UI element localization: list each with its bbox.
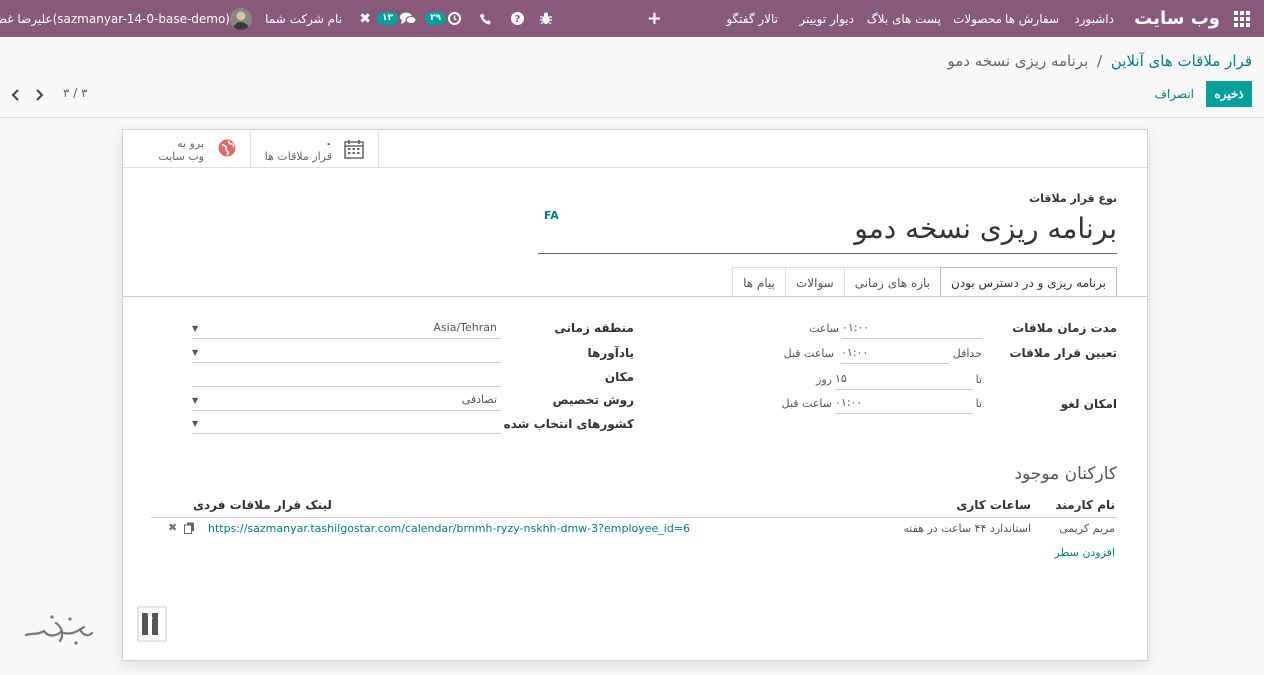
- min-schedule-unit: ساعت قبل: [783, 347, 834, 360]
- employees-section-title: کارکنان موجود: [1014, 464, 1117, 484]
- company-switcher[interactable]: نام شرکت شما: [265, 0, 342, 37]
- pager-previous-icon[interactable]: [9, 87, 23, 103]
- meetings-smart-button[interactable]: ۰ قرار ملاقات ها: [251, 130, 379, 168]
- breadcrumb-separator: /: [1097, 52, 1103, 70]
- help-icon[interactable]: ?: [511, 0, 524, 37]
- location-input[interactable]: [192, 365, 501, 387]
- notebook-tabs: برنامه ریزی و در دسترس بودن بازه های زما…: [732, 267, 1117, 297]
- website-button-text: برو به وب سایت: [158, 137, 204, 163]
- save-button[interactable]: ذخیره: [1206, 81, 1252, 107]
- chevron-down-icon: ▼: [192, 324, 199, 333]
- chevron-down-icon: ▼: [192, 419, 199, 428]
- breadcrumb-parent-link[interactable]: قرار ملاقات های آنلاین: [1111, 52, 1252, 70]
- appointment-title-input[interactable]: برنامه ریزی نسخه دمو: [538, 212, 1117, 254]
- tab-messages[interactable]: پیام ها: [732, 267, 786, 297]
- cancel-label: امکان لغو: [1060, 397, 1117, 411]
- cancel-input[interactable]: ۰۱:۰۰: [835, 392, 973, 414]
- max-schedule-unit: روز: [816, 373, 832, 386]
- table-header-divider: [151, 517, 1117, 518]
- menu-products[interactable]: محصولات: [953, 0, 1002, 37]
- delete-row-icon[interactable]: ✖: [168, 521, 177, 534]
- apps-menu-icon[interactable]: [1234, 0, 1252, 37]
- chat-messages-icon[interactable]: ۱۳: [377, 0, 416, 37]
- debug-bug-icon[interactable]: [540, 0, 552, 37]
- duration-label: مدت زمان ملاقات: [1012, 321, 1117, 335]
- employee-name-cell[interactable]: مریم کریمی: [1059, 522, 1115, 535]
- add-line-link[interactable]: افزودن سطر: [1055, 546, 1115, 559]
- pager-value[interactable]: ۳ / ۳: [63, 86, 88, 100]
- copy-icon[interactable]: [184, 522, 195, 537]
- countries-select[interactable]: ▼: [192, 412, 501, 434]
- website-smart-button[interactable]: برو به وب سایت: [123, 130, 251, 168]
- discard-button[interactable]: انصراف: [1155, 81, 1194, 107]
- button-box: برو به وب سایت ۰ قرار ملاقات ها: [123, 130, 379, 168]
- tab-scheduling[interactable]: برنامه ریزی و در دسترس بودن: [940, 267, 1117, 297]
- tab-slots[interactable]: بازه های زمانی: [843, 267, 942, 297]
- assign-method-value: تصادفی: [461, 393, 497, 406]
- app-brand[interactable]: وب سایت: [1134, 0, 1220, 37]
- plus-icon[interactable]: +: [647, 0, 662, 37]
- menu-orders[interactable]: سفارش ها: [1005, 0, 1059, 37]
- min-schedule-input[interactable]: ۰۱:۰۰: [841, 342, 949, 364]
- col-individual-link[interactable]: لینک قرار ملاقات فردی: [193, 498, 332, 512]
- cancel-unit: ساعت قبل: [781, 397, 832, 410]
- col-working-hours[interactable]: ساعات کاری: [956, 498, 1031, 512]
- scheduling-label: تعیین قرار ملاقات: [1009, 346, 1117, 360]
- appointment-type-label: نوع قرار ملاقات: [1029, 192, 1117, 205]
- brand-watermark-logo: [22, 603, 168, 651]
- countries-label: کشورهای انتخاب شده: [503, 417, 634, 431]
- individual-link-cell[interactable]: https://sazmanyar.tashilgostar.com/calen…: [208, 522, 690, 535]
- chevron-down-icon: ▼: [192, 396, 199, 405]
- reminders-label: یادآورها: [587, 346, 634, 360]
- chevron-down-icon: ▼: [192, 348, 199, 357]
- duration-input[interactable]: ۰۱:۰۰: [842, 317, 982, 339]
- working-hours-cell[interactable]: استاندارد ۴۴ ساعت در هفته: [903, 522, 1031, 535]
- user-and-database[interactable]: علیرضا غضنفری (sazmanyar-14-0-base-demo): [0, 0, 234, 37]
- min-schedule-prefix: حداقل: [952, 347, 982, 360]
- breadcrumb: قرار ملاقات های آنلاین / برنامه ریزی نسخ…: [947, 52, 1252, 70]
- meetings-button-text: ۰ قرار ملاقات ها: [264, 137, 332, 163]
- assign-method-label: روش تخصیص: [552, 393, 634, 407]
- menu-twitter-wall[interactable]: دیوار توییتر: [799, 0, 854, 37]
- tab-questions[interactable]: سوالات: [784, 267, 845, 297]
- timezone-value: Asia/Tehran: [433, 321, 497, 334]
- tabs-divider: [123, 296, 1147, 297]
- reminders-select[interactable]: ▼: [192, 341, 501, 363]
- activity-count-badge: ۲۹: [425, 12, 446, 25]
- duration-unit: ساعت: [809, 322, 839, 335]
- cancel-prefix: تا: [975, 397, 982, 410]
- assign-method-select[interactable]: ▼ تصادفی: [192, 389, 501, 411]
- svg-text:?: ?: [515, 14, 521, 25]
- phone-icon[interactable]: [480, 0, 492, 37]
- timezone-label: منطقه زمانی: [554, 321, 634, 335]
- timezone-select[interactable]: ▼ Asia/Tehran: [192, 317, 501, 339]
- globe-icon: [218, 139, 236, 160]
- calendar-icon: [344, 139, 364, 162]
- user-name: علیرضا غضنفری: [0, 11, 53, 26]
- location-label: مکان: [604, 370, 634, 384]
- breadcrumb-current: برنامه ریزی نسخه دمو: [947, 52, 1089, 70]
- max-schedule-input[interactable]: ۱۵: [835, 368, 973, 390]
- tools-icon[interactable]: ✖: [359, 0, 371, 37]
- col-employee-name[interactable]: نام کارمند: [1055, 498, 1115, 512]
- activity-clock-icon[interactable]: ۲۹: [425, 0, 461, 37]
- chat-count-badge: ۱۳: [377, 12, 398, 25]
- max-schedule-prefix: تا: [975, 373, 982, 386]
- database-name: (sazmanyar-14-0-base-demo): [52, 11, 230, 26]
- menu-dashboard[interactable]: داشبورد: [1074, 0, 1114, 37]
- form-sheet: برو به وب سایت ۰ قرار ملاقات ها نوع قرار…: [122, 129, 1148, 661]
- button-box-divider: [379, 167, 1147, 168]
- control-panel-divider: [0, 117, 1264, 118]
- pager-next-icon[interactable]: [33, 87, 47, 103]
- top-navbar: وب سایت داشبورد سفارش ها محصولات پست های…: [0, 0, 1264, 37]
- menu-blog-posts[interactable]: پست های بلاگ: [867, 0, 941, 37]
- menu-forum[interactable]: تالار گفتگو: [726, 0, 778, 37]
